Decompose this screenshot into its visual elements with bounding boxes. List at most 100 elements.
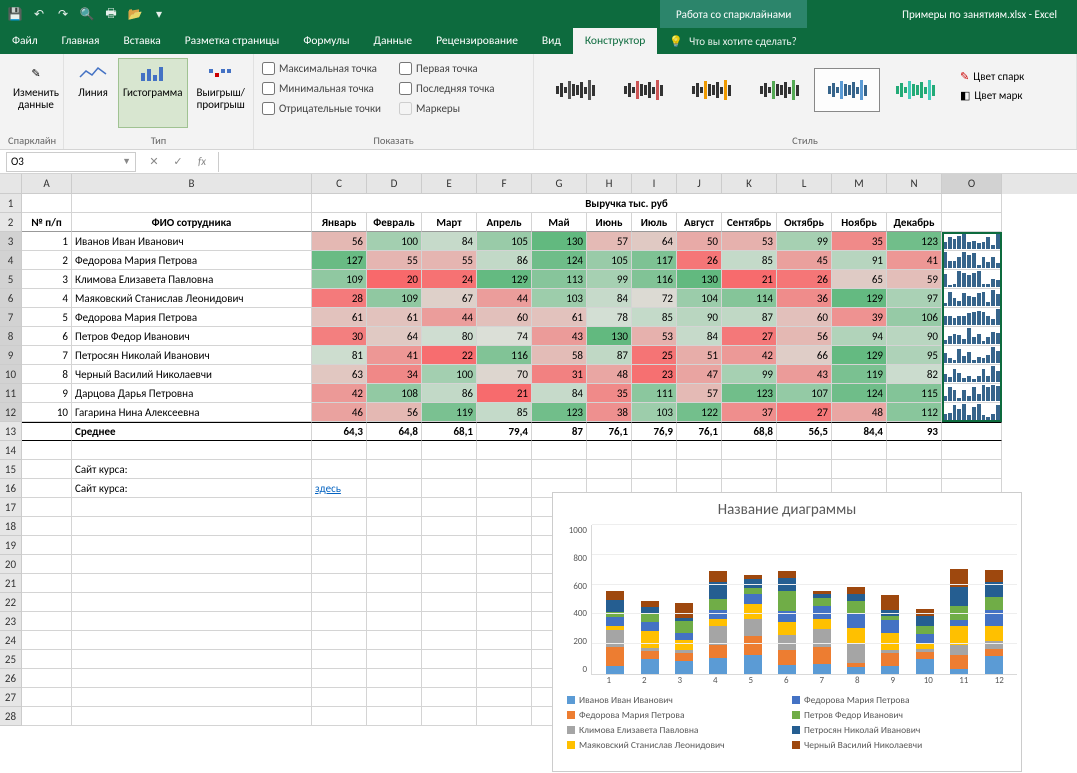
row-header-27[interactable]: 27 bbox=[0, 688, 22, 707]
row-header-17[interactable]: 17 bbox=[0, 498, 22, 517]
row-header-9[interactable]: 9 bbox=[0, 346, 22, 365]
row-header-22[interactable]: 22 bbox=[0, 593, 22, 612]
col-header-N[interactable]: N bbox=[887, 174, 942, 194]
open-icon[interactable]: 📂 bbox=[126, 5, 144, 23]
row-header-24[interactable]: 24 bbox=[0, 631, 22, 650]
row-header-18[interactable]: 18 bbox=[0, 517, 22, 536]
enter-formula[interactable]: ✓ bbox=[166, 155, 190, 168]
col-header-H[interactable]: H bbox=[587, 174, 632, 194]
sparkline-color[interactable]: ✎Цвет спарк bbox=[958, 68, 1026, 85]
formula-bar: O3▼ ✕ ✓ fx bbox=[0, 150, 1077, 174]
tab-5[interactable]: Рецензирование bbox=[424, 28, 530, 54]
contextual-tab-label: Работа со спарклайнами bbox=[660, 0, 807, 28]
tab-1[interactable]: Вставка bbox=[111, 28, 172, 54]
window-title: Примеры по занятиям.xlsx - Excel bbox=[902, 8, 1057, 21]
col-header-L[interactable]: L bbox=[777, 174, 832, 194]
chk-max[interactable]: Максимальная точка bbox=[262, 58, 381, 78]
row-header-6[interactable]: 6 bbox=[0, 289, 22, 308]
col-header-F[interactable]: F bbox=[477, 174, 532, 194]
quick-access-toolbar: 💾 ↶ ↷ 🔍 🖶 📂 ▾ bbox=[0, 5, 174, 23]
row-header-3[interactable]: 3 bbox=[0, 232, 22, 251]
row-header-14[interactable]: 14 bbox=[0, 441, 22, 460]
preview-icon[interactable]: 🔍 bbox=[78, 5, 96, 23]
titlebar: 💾 ↶ ↷ 🔍 🖶 📂 ▾ Работа со спарклайнами При… bbox=[0, 0, 1077, 28]
row-header-12[interactable]: 12 bbox=[0, 403, 22, 422]
qat-more-icon[interactable]: ▾ bbox=[150, 5, 168, 23]
cancel-formula[interactable]: ✕ bbox=[142, 155, 166, 168]
formula-input[interactable] bbox=[218, 152, 1077, 172]
col-header-I[interactable]: I bbox=[632, 174, 677, 194]
col-header-B[interactable]: B bbox=[72, 174, 312, 194]
row-header-19[interactable]: 19 bbox=[0, 536, 22, 555]
select-all-corner[interactable] bbox=[0, 174, 22, 194]
type-line-button[interactable]: Линия bbox=[72, 58, 114, 128]
col-header-E[interactable]: E bbox=[422, 174, 477, 194]
row-header-4[interactable]: 4 bbox=[0, 251, 22, 270]
style-item-5[interactable] bbox=[882, 68, 948, 112]
row-header-10[interactable]: 10 bbox=[0, 365, 22, 384]
tab-2[interactable]: Разметка страницы bbox=[173, 28, 292, 54]
row-header-21[interactable]: 21 bbox=[0, 574, 22, 593]
tab-file[interactable]: Файл bbox=[0, 28, 50, 54]
row-header-8[interactable]: 8 bbox=[0, 327, 22, 346]
tab-7[interactable]: Конструктор bbox=[573, 28, 658, 54]
chk-markers[interactable]: Маркеры bbox=[399, 98, 494, 118]
chk-neg[interactable]: Отрицательные точки bbox=[262, 98, 381, 118]
row-header-15[interactable]: 15 bbox=[0, 460, 22, 479]
redo-icon[interactable]: ↷ bbox=[54, 5, 72, 23]
row-header-7[interactable]: 7 bbox=[0, 308, 22, 327]
style-item-4[interactable] bbox=[814, 68, 880, 112]
col-header-K[interactable]: K bbox=[722, 174, 777, 194]
edit-data-button[interactable]: ✎Изменить данные bbox=[8, 58, 64, 128]
chart-title[interactable]: Название диаграммы bbox=[557, 501, 1017, 519]
ribbon: ✎Изменить данные Спарклайн Линия Гистогр… bbox=[0, 54, 1077, 150]
tell-me[interactable]: 💡Что вы хотите сделать? bbox=[657, 28, 808, 54]
chevron-down-icon: ▼ bbox=[122, 156, 131, 167]
quickprint-icon[interactable]: 🖶 bbox=[102, 5, 120, 23]
tab-3[interactable]: Формулы bbox=[291, 28, 361, 54]
row-header-23[interactable]: 23 bbox=[0, 612, 22, 631]
style-item-0[interactable] bbox=[542, 68, 608, 112]
style-item-3[interactable] bbox=[746, 68, 812, 112]
name-box[interactable]: O3▼ bbox=[6, 152, 136, 172]
row-header-13[interactable]: 13 bbox=[0, 422, 22, 441]
row-header-5[interactable]: 5 bbox=[0, 270, 22, 289]
style-item-1[interactable] bbox=[610, 68, 676, 112]
col-header-O[interactable]: O bbox=[942, 174, 1002, 194]
save-icon[interactable]: 💾 bbox=[6, 5, 24, 23]
col-header-J[interactable]: J bbox=[677, 174, 722, 194]
tab-6[interactable]: Вид bbox=[530, 28, 573, 54]
undo-icon[interactable]: ↶ bbox=[30, 5, 48, 23]
line-icon bbox=[77, 61, 109, 85]
edit-data-icon: ✎ bbox=[20, 61, 52, 85]
embedded-chart[interactable]: Название диаграммы 10008006004002000 123… bbox=[552, 492, 1022, 772]
row-header-11[interactable]: 11 bbox=[0, 384, 22, 403]
fx-icon[interactable]: fx bbox=[190, 155, 214, 168]
type-winloss-button[interactable]: Выигрыш/ проигрыш bbox=[192, 58, 250, 128]
tab-4[interactable]: Данные bbox=[362, 28, 425, 54]
col-header-D[interactable]: D bbox=[367, 174, 422, 194]
chk-min[interactable]: Минимальная точка bbox=[262, 78, 381, 98]
type-column-button[interactable]: Гистограмма bbox=[118, 58, 188, 128]
row-header-26[interactable]: 26 bbox=[0, 669, 22, 688]
worksheet[interactable]: 1234567891011121314151617181920212223242… bbox=[0, 174, 1077, 773]
row-header-16[interactable]: 16 bbox=[0, 479, 22, 498]
marker-color[interactable]: ◧Цвет марк bbox=[958, 87, 1026, 104]
row-header-25[interactable]: 25 bbox=[0, 650, 22, 669]
col-header-A[interactable]: A bbox=[22, 174, 72, 194]
style-gallery[interactable] bbox=[542, 58, 948, 112]
col-header-M[interactable]: M bbox=[832, 174, 887, 194]
row-header-28[interactable]: 28 bbox=[0, 707, 22, 726]
course-link[interactable]: здесь bbox=[315, 482, 341, 495]
style-item-2[interactable] bbox=[678, 68, 744, 112]
row-header-2[interactable]: 2 bbox=[0, 213, 22, 232]
col-header-G[interactable]: G bbox=[532, 174, 587, 194]
chk-last[interactable]: Последняя точка bbox=[399, 78, 494, 98]
chk-first[interactable]: Первая точка bbox=[399, 58, 494, 78]
row-header-1[interactable]: 1 bbox=[0, 194, 22, 213]
pen-icon: ✎ bbox=[960, 70, 969, 83]
row-header-20[interactable]: 20 bbox=[0, 555, 22, 574]
tab-0[interactable]: Главная bbox=[50, 28, 112, 54]
col-header-C[interactable]: C bbox=[312, 174, 367, 194]
marker-color-icon: ◧ bbox=[960, 89, 970, 102]
